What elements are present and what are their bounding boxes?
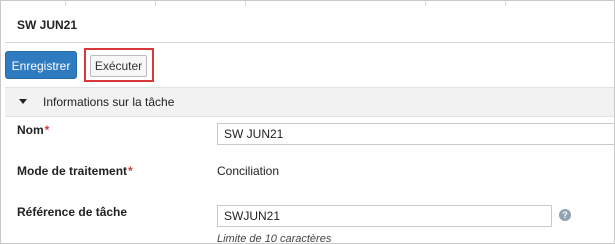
name-label-text: Nom [17,123,44,137]
help-icon[interactable]: ? [559,209,571,221]
name-label: Nom* [17,123,49,137]
title-bar: SW JUN21 [5,6,614,43]
mode-label: Mode de traitement* [17,164,133,178]
page-title: SW JUN21 [17,18,78,32]
task-panel: SW JUN21 Enregistrer Exécuter Informatio… [0,0,615,244]
name-input[interactable]: SW JUN21 [217,123,614,145]
reference-input[interactable]: SWJUN21 [217,205,552,227]
section-header-task-info[interactable]: Informations sur la tâche [5,87,614,117]
required-mark: * [44,123,50,137]
reference-hint: Limite de 10 caractères [217,233,332,244]
section-title: Informations sur la tâche [43,95,175,109]
reference-label: Référence de tâche [17,205,128,219]
caret-down-icon[interactable] [19,99,27,104]
mode-label-text: Mode de traitement [17,164,128,178]
run-button[interactable]: Exécuter [90,55,147,77]
save-button[interactable]: Enregistrer [5,51,77,79]
mode-value: Conciliation [217,164,280,178]
required-mark: * [128,164,133,178]
